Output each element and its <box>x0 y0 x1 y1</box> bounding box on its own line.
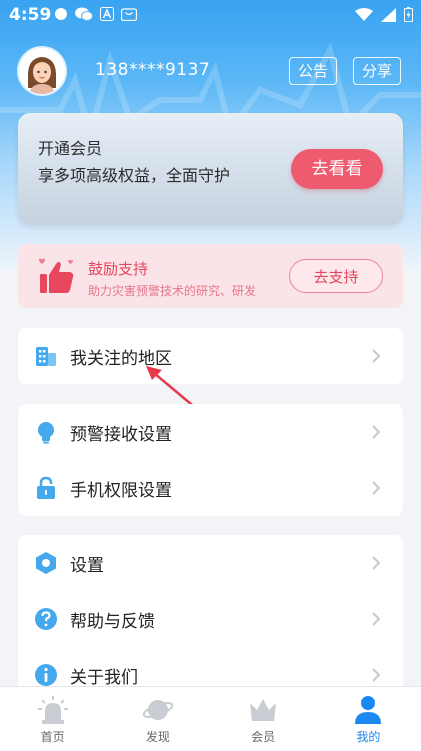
chevron-right-icon <box>372 425 381 439</box>
chevron-right-icon <box>372 349 381 363</box>
signal-icon <box>381 7 396 22</box>
nav-item-membership[interactable]: 会员 <box>211 687 316 751</box>
nav-item-mine[interactable]: 我的 <box>316 687 421 751</box>
share-button[interactable]: 分享 <box>353 57 402 85</box>
menu-item-label: 预警接收设置 <box>70 425 172 445</box>
view-membership-button[interactable]: 去看看 <box>291 149 383 189</box>
status-system-icons <box>355 7 413 22</box>
wechat-icon <box>75 7 93 21</box>
shopping-bag-icon <box>121 8 137 21</box>
avatar[interactable] <box>19 48 65 94</box>
menu-item-followed-regions[interactable]: 我关注的地区 <box>18 328 403 384</box>
thumbs-up-icon <box>39 258 74 293</box>
chevron-right-icon <box>372 612 381 626</box>
menu-group-general: 设置 帮助与反馈 关于我们 <box>18 535 403 695</box>
buildings-icon <box>36 347 56 366</box>
lock-icon <box>37 476 55 499</box>
user-phone: 138****9137 <box>95 60 211 80</box>
status-notification-icons <box>54 7 137 21</box>
nav-label: 我的 <box>356 730 381 744</box>
question-icon <box>35 608 57 630</box>
nav-label: 会员 <box>251 730 276 744</box>
menu-item-help-feedback[interactable]: 帮助与反馈 <box>18 591 403 647</box>
app-a-icon <box>100 7 114 21</box>
member-description: 享多项高级权益，全面守护 <box>38 166 231 185</box>
status-bar: 4:59 <box>0 0 421 32</box>
lightbulb-icon <box>38 422 54 444</box>
nav-label: 发现 <box>145 730 170 744</box>
person-icon <box>355 696 382 724</box>
status-time: 4:59 <box>9 5 52 25</box>
hexagon-settings-icon <box>36 552 56 574</box>
battery-icon <box>404 7 413 22</box>
nav-item-discover[interactable]: 发现 <box>105 687 210 751</box>
menu-item-label: 帮助与反馈 <box>70 612 155 632</box>
bottom-navigation: 首页 发现 会员 我的 <box>0 686 421 751</box>
nav-label: 首页 <box>40 730 65 744</box>
member-card[interactable]: 开通会员 享多项高级权益，全面守护 去看看 <box>18 113 403 225</box>
notice-button[interactable]: 公告 <box>289 57 338 85</box>
go-support-button[interactable]: 去支持 <box>289 259 383 293</box>
menu-item-label: 手机权限设置 <box>70 481 172 501</box>
alarm-light-icon <box>37 696 68 724</box>
menu-item-settings[interactable]: 设置 <box>18 535 403 591</box>
menu-group-alerts: 预警接收设置 手机权限设置 <box>18 404 403 516</box>
chevron-right-icon <box>372 668 381 682</box>
info-icon <box>35 664 57 686</box>
member-title: 开通会员 <box>38 139 103 158</box>
chevron-right-icon <box>372 556 381 570</box>
support-card[interactable]: 鼓励支持 助力灾害预警技术的研究、研发 去支持 <box>18 244 403 308</box>
crown-icon <box>250 699 277 721</box>
menu-item-phone-permissions[interactable]: 手机权限设置 <box>18 460 403 516</box>
menu-item-label: 关于我们 <box>70 668 138 688</box>
avatar-illustration <box>19 48 65 94</box>
planet-icon <box>142 700 174 720</box>
menu-item-label: 我关注的地区 <box>70 349 172 369</box>
nav-item-home[interactable]: 首页 <box>0 687 105 751</box>
menu-group-regions: 我关注的地区 <box>18 328 403 384</box>
support-title: 鼓励支持 <box>88 260 149 278</box>
menu-item-alert-settings[interactable]: 预警接收设置 <box>18 404 403 460</box>
wifi-icon <box>355 7 373 21</box>
support-description: 助力灾害预警技术的研究、研发 <box>88 284 257 298</box>
menu-item-label: 设置 <box>70 556 104 576</box>
chevron-right-icon <box>372 481 381 495</box>
notification-dot-icon <box>55 8 67 20</box>
